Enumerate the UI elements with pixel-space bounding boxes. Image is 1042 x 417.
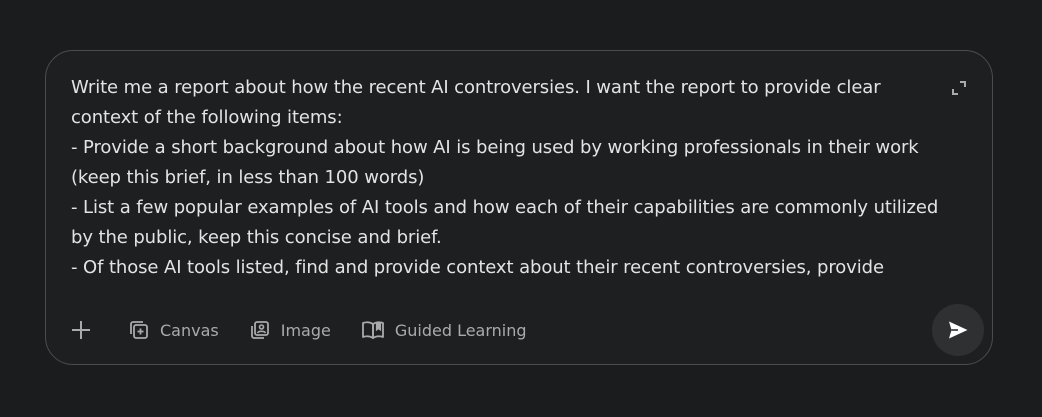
prompt-input[interactable]: Write me a report about how the recent A… <box>71 73 951 283</box>
canvas-label: Canvas <box>160 320 219 340</box>
send-icon <box>949 321 968 339</box>
canvas-button[interactable]: Canvas <box>118 310 233 350</box>
guided-learning-button[interactable]: Guided Learning <box>351 310 541 350</box>
send-button[interactable] <box>932 304 984 356</box>
composer-toolbar: Canvas Image Guided Learning <box>60 306 541 354</box>
expand-button[interactable] <box>948 77 970 99</box>
plus-icon <box>72 321 90 339</box>
image-label: Image <box>280 320 331 340</box>
image-button[interactable]: Image <box>239 310 345 350</box>
guided-learning-label: Guided Learning <box>394 320 527 340</box>
canvas-icon <box>130 321 148 339</box>
prompt-composer: Write me a report about how the recent A… <box>45 50 993 365</box>
add-button[interactable] <box>60 309 102 351</box>
image-icon <box>250 321 269 339</box>
book-icon <box>361 321 384 339</box>
expand-icon <box>952 81 966 95</box>
